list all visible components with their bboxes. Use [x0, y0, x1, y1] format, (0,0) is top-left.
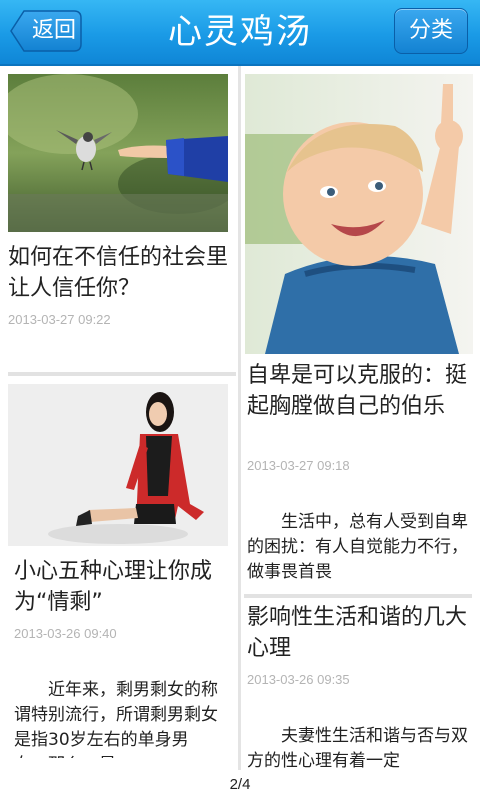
category-button[interactable]: 分类	[394, 8, 468, 54]
article-title: 自卑是可以克服的：挺起胸膛做自己的伯乐	[247, 363, 468, 419]
article-date: 2013-03-26 09:35	[247, 672, 350, 687]
article-title: 影响性生活和谐的几大心理	[247, 605, 468, 661]
article-card[interactable]: 影响性生活和谐的几大心理 2013-03-26 09:35 夫妻性生活和谐与否与…	[241, 600, 480, 770]
title-bar: 返回 心灵鸡汤 分类	[0, 0, 480, 66]
article-grid: 如何在不信任的社会里让人信任你？ 2013-03-27 09:22 小心五种心理…	[0, 66, 480, 770]
article-thumbnail-bird	[8, 74, 228, 232]
article-card[interactable]: 小心五种心理让你成为“情剩” 2013-03-26 09:40 近年来，剩男剩女…	[0, 378, 238, 770]
article-excerpt: 生活中，总有人受到自卑的困扰：有人自觉能力不行，做事畏首畏	[247, 512, 468, 582]
article-card[interactable]: 自卑是可以克服的：挺起胸膛做自己的伯乐 2013-03-27 09:18 生活中…	[241, 66, 480, 594]
article-card[interactable]: 如何在不信任的社会里让人信任你？ 2013-03-27 09:22	[0, 66, 238, 372]
app-screen: 返回 心灵鸡汤 分类 如何在不信任的社会里让人信任你？ 2013-03-27 0…	[0, 0, 480, 800]
article-thumbnail-baby	[245, 74, 473, 354]
article-excerpt: 夫妻性生活和谐与否与双方的性心理有着一定	[247, 726, 468, 770]
article-excerpt: 近年来，剩男剩女的称谓特别流行，所谓剩男剩女是指30岁左右的单身男女，那么，是	[14, 680, 218, 758]
article-thumbnail-woman	[8, 384, 228, 546]
page-indicator: 2/4	[0, 770, 480, 800]
card-divider	[244, 594, 472, 598]
article-title: 小心五种心理让你成为“情剩”	[14, 559, 213, 615]
article-date: 2013-03-27 09:22	[8, 312, 111, 327]
article-date: 2013-03-27 09:18	[247, 458, 350, 473]
card-divider	[8, 372, 236, 376]
article-title: 如何在不信任的社会里让人信任你？	[8, 245, 229, 301]
article-date: 2013-03-26 09:40	[14, 626, 117, 641]
